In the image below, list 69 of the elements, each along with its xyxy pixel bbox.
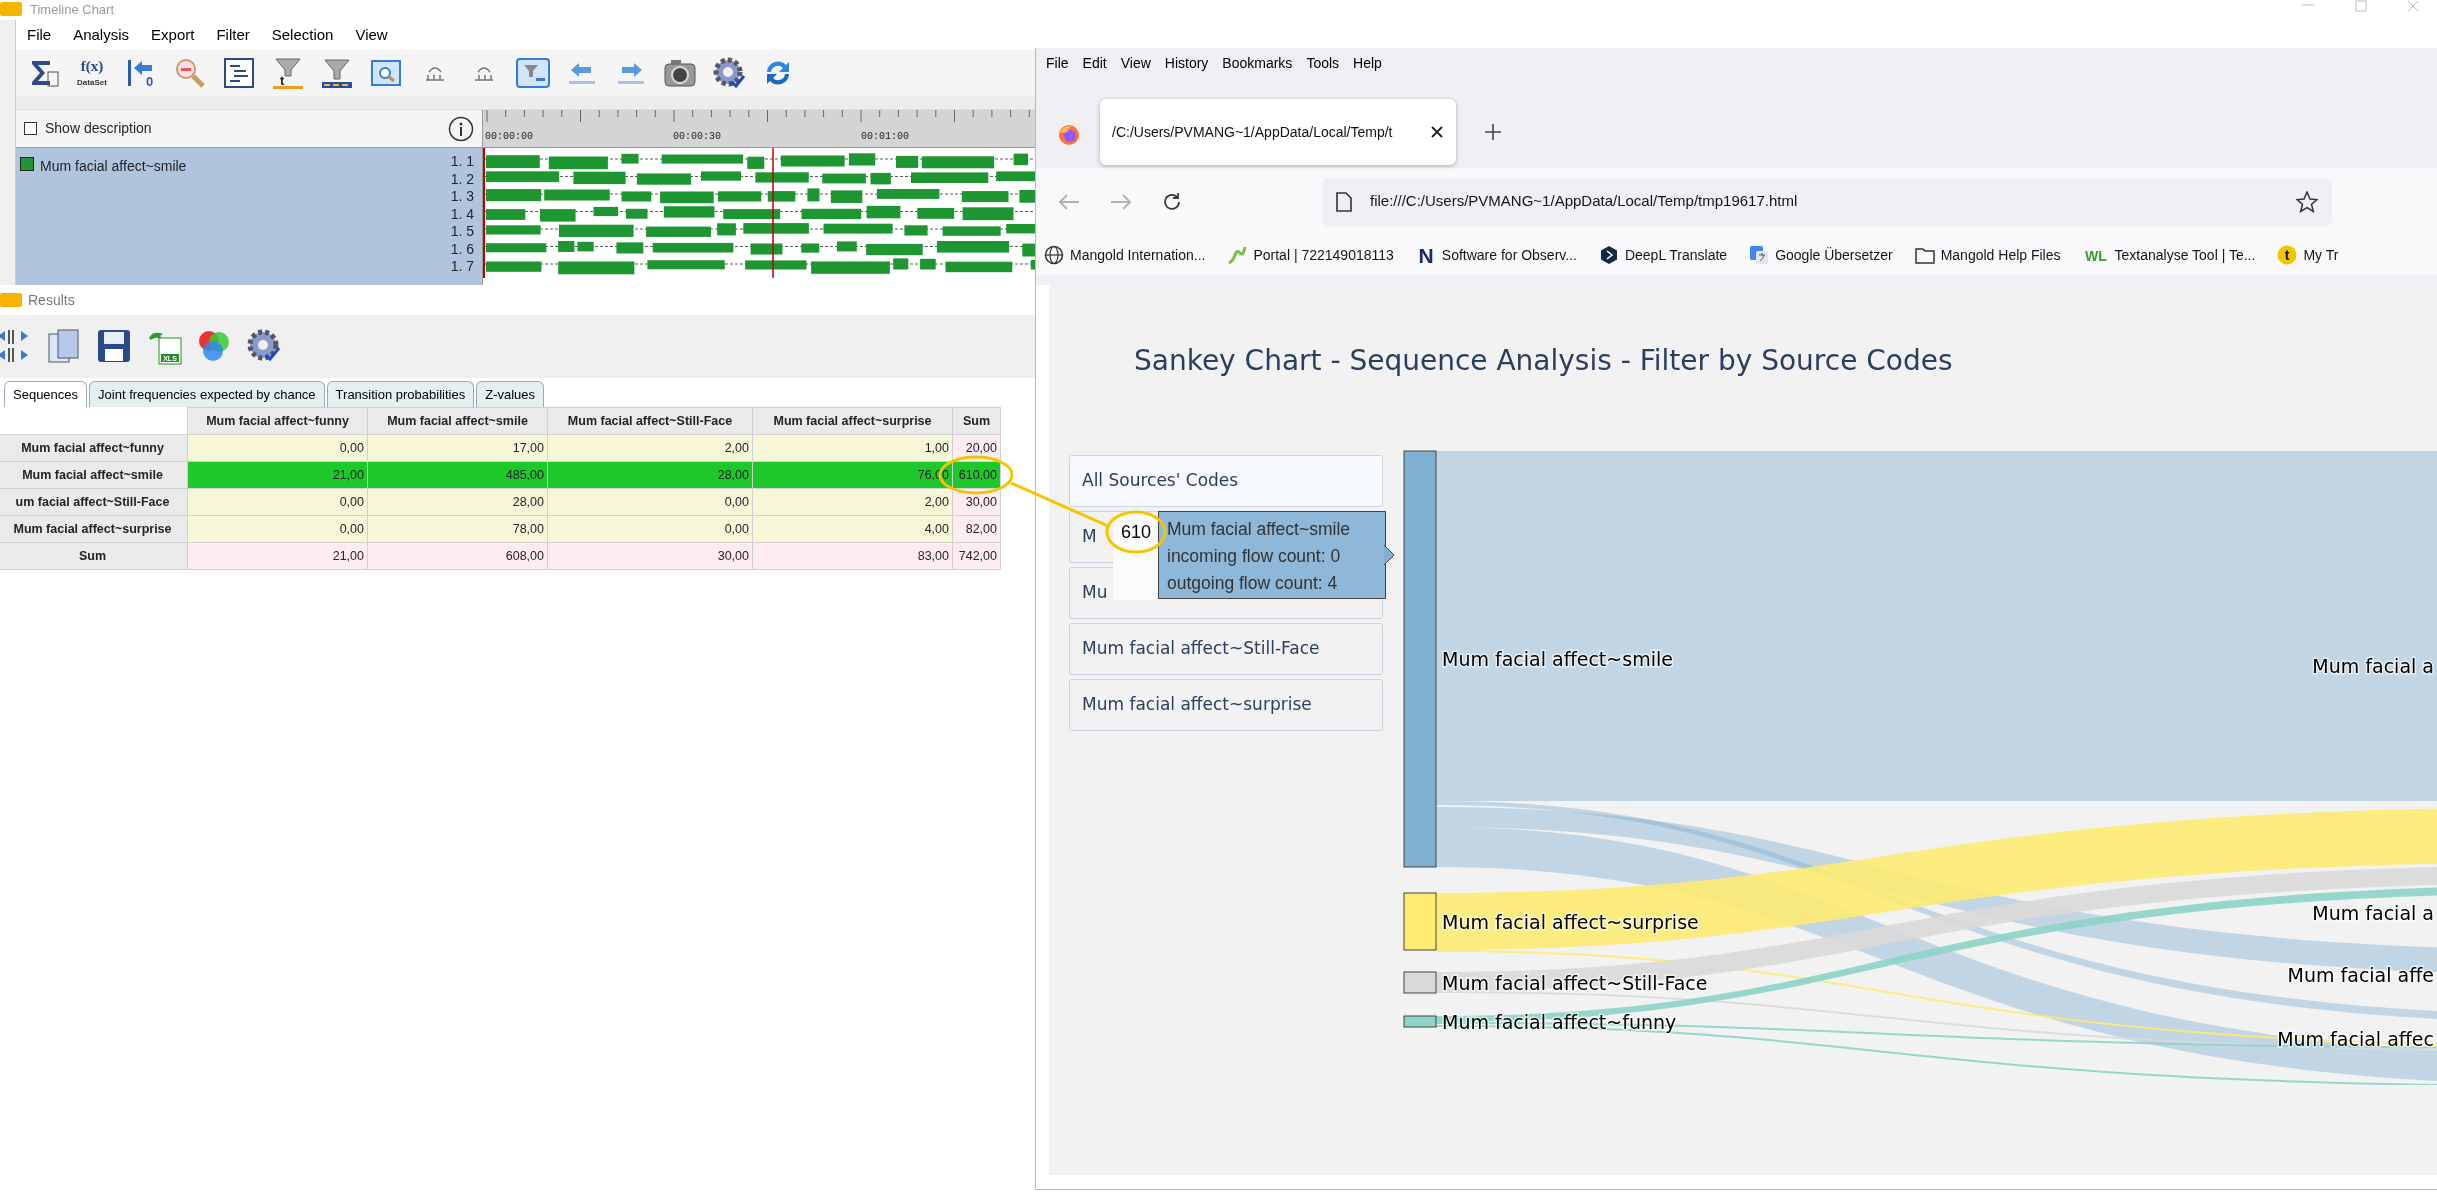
code-label: Mum facial affect~smile bbox=[40, 157, 187, 176]
row-header: Sum bbox=[0, 542, 188, 570]
checkbox-label: Show description bbox=[45, 119, 152, 138]
table-cell: 0,00 bbox=[187, 434, 368, 462]
bookmark-label: Mangold Internation... bbox=[1070, 245, 1206, 265]
chart-title: Sankey Chart - Sequence Analysis - Filter by Source Codes bbox=[1134, 343, 1953, 379]
column-header: Mum facial affect~surprise bbox=[752, 407, 953, 435]
row-number: 1. 1 bbox=[450, 153, 474, 171]
bookmark-label: Mangold Help Files bbox=[1940, 245, 2061, 265]
table-cell: 4,00 bbox=[752, 515, 953, 543]
window-title: Timeline Chart bbox=[30, 2, 115, 17]
logo-icon: t bbox=[2277, 245, 2298, 265]
node-label: Mum facial affect~smile bbox=[1442, 648, 1673, 670]
row-number: 1. 4 bbox=[450, 205, 474, 223]
table-cell: 2,00 bbox=[547, 434, 753, 462]
bookmark-label: Google Übersetzer bbox=[1775, 245, 1893, 265]
time-label: 00:01:00 bbox=[861, 130, 909, 144]
row-number: 1. 5 bbox=[450, 223, 474, 241]
tooltip-line: Mum facial affect~smile bbox=[1167, 518, 1351, 541]
logo-icon: N bbox=[1415, 245, 1436, 265]
row-header: Mum facial affect~funny bbox=[0, 434, 188, 462]
bookmark-label: Software for Observ... bbox=[1441, 245, 1577, 265]
tab-title: /C:/Users/PVMANG~1/AppData/Local/Temp/t bbox=[1112, 122, 1394, 142]
node-label: Mum facial a bbox=[2312, 902, 2434, 924]
row-header: Mum facial affect~surprise bbox=[0, 515, 188, 543]
table-cell: 30,00 bbox=[547, 542, 753, 570]
table-cell: 78,00 bbox=[367, 515, 548, 543]
table-cell: 1,00 bbox=[752, 434, 953, 462]
row-number: 1. 7 bbox=[450, 258, 474, 276]
table-cell: 2,00 bbox=[752, 488, 953, 516]
bookmark-label: My Tr bbox=[2303, 245, 2339, 265]
url-text: file:///C:/Users/PVMANG~1/AppData/Local/Temp/tmp19617.html bbox=[1370, 191, 1798, 212]
row-header: um facial affect~Still-Face bbox=[0, 488, 188, 516]
time-label: 00:00:30 bbox=[673, 130, 721, 144]
node-label: Mum facial affe bbox=[2287, 964, 2434, 986]
window-title: Results bbox=[28, 290, 75, 310]
table-cell: 0,00 bbox=[547, 488, 753, 516]
table-cell: 83,00 bbox=[752, 542, 953, 570]
node-label: Mum facial affec bbox=[2277, 1028, 2434, 1050]
row-number: 1. 6 bbox=[450, 240, 474, 258]
bookmark-label: Textanalyse Tool | Te... bbox=[2114, 245, 2256, 265]
bookmark-label: DeepL Translate bbox=[1624, 245, 1728, 265]
column-header: Mum facial affect~Still-Face bbox=[547, 407, 753, 435]
table-cell: 485,00 bbox=[367, 461, 548, 489]
table-cell: 0,00 bbox=[187, 488, 368, 516]
table-cell: 28,00 bbox=[547, 461, 753, 489]
node-label: Mum facial affect~Still-Face bbox=[1442, 971, 1708, 994]
node-label: Mum facial affect~surprise bbox=[1442, 910, 1699, 933]
table-cell: 21,00 bbox=[187, 542, 368, 570]
node-label: Mum facial a bbox=[2312, 655, 2434, 677]
value-label: 610 bbox=[1120, 522, 1151, 542]
row-number: 1. 3 bbox=[450, 188, 474, 206]
time-label: 00:00:00 bbox=[485, 130, 533, 144]
table-cell: 28,00 bbox=[367, 488, 548, 516]
column-header: Mum facial affect~smile bbox=[367, 407, 548, 435]
table-cell: 0,00 bbox=[547, 515, 753, 543]
row-header: Mum facial affect~smile bbox=[0, 461, 188, 489]
table-cell: 21,00 bbox=[187, 461, 368, 489]
node-label: Mum facial affect~funny bbox=[1442, 1010, 1677, 1033]
table-cell: 0,00 bbox=[187, 515, 368, 543]
logo-icon: WL bbox=[2082, 245, 2109, 265]
tooltip-line: outgoing flow count: 4 bbox=[1167, 572, 1339, 595]
bookmark-label: Portal | 722149018113 bbox=[1253, 245, 1394, 265]
column-header: Mum facial affect~funny bbox=[187, 407, 368, 435]
table-cell: 608,00 bbox=[367, 542, 548, 570]
tooltip-line: incoming flow count: 0 bbox=[1167, 545, 1342, 568]
column-header: Sum bbox=[952, 407, 1001, 435]
row-number: 1. 2 bbox=[450, 170, 474, 188]
table-cell: 17,00 bbox=[367, 434, 548, 462]
